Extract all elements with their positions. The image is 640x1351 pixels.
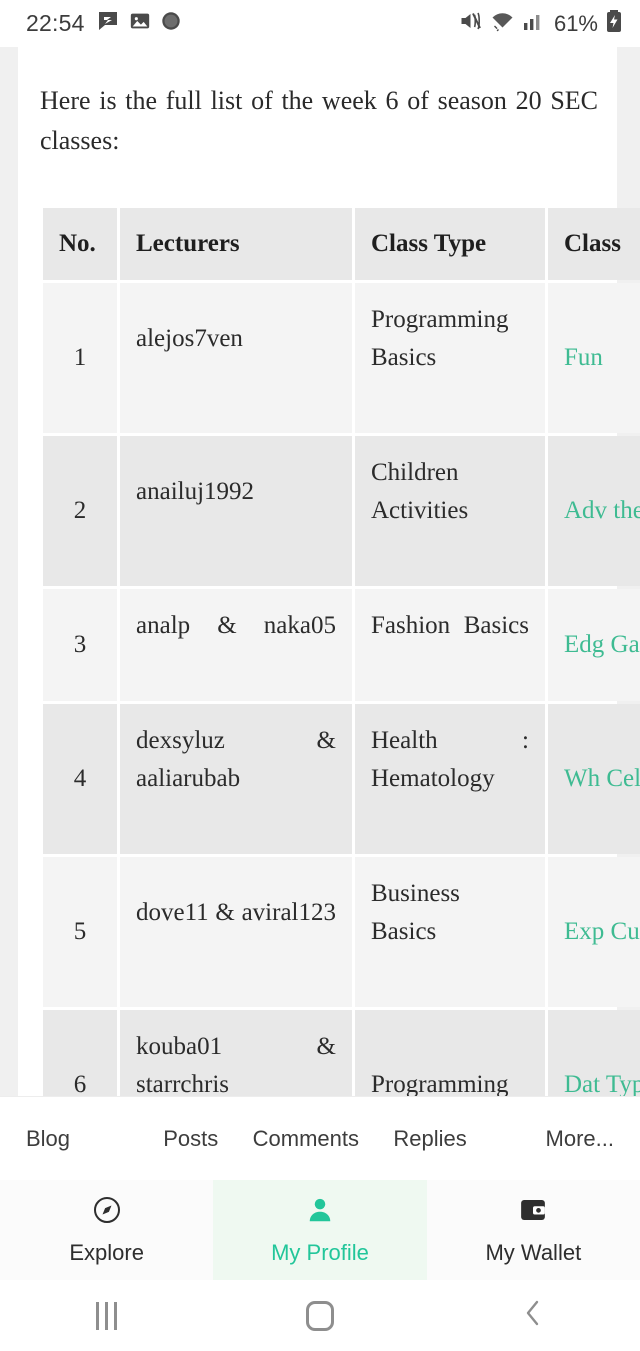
wifi-icon <box>490 10 515 37</box>
cell-class-type-text: Fashion Basics <box>371 612 529 639</box>
wallet-icon <box>518 1195 548 1231</box>
status-bar-notification-icons <box>96 9 182 38</box>
person-icon <box>305 1195 335 1231</box>
tab-posts[interactable]: Posts <box>146 1126 235 1152</box>
phone-screen: 22:54 61% Here is the full list of the w… <box>0 0 640 1351</box>
back-button[interactable] <box>427 1298 640 1333</box>
cell-class: Dat Typ Stri Pre Met <box>548 1010 640 1097</box>
circle-app-icon <box>160 10 182 37</box>
cell-no: 5 <box>43 857 117 1007</box>
gallery-icon <box>129 10 151 37</box>
cell-class-type: Health : Hematology <box>355 704 545 854</box>
tab-comments[interactable]: Comments <box>235 1126 376 1152</box>
cell-lecturers-text: kouba01 & starrchris <box>136 1033 336 1097</box>
cell-lecturers-text: analp & naka05 <box>136 612 336 639</box>
classes-table: No. Lecturers Class Type Class 1 alejos7… <box>40 205 640 1097</box>
cell-class: Adv the <box>548 436 640 586</box>
tab-replies[interactable]: Replies <box>376 1126 484 1152</box>
table-row: 6 kouba01 & starrchris Programming Dat T… <box>43 1010 640 1097</box>
cell-class: Exp Cus Sup <box>548 857 640 1007</box>
cell-no: 6 <box>43 1010 117 1097</box>
column-header-class: Class <box>548 208 640 280</box>
cell-class: Wh Cell <box>548 704 640 854</box>
tab-more[interactable]: More... <box>484 1126 614 1152</box>
cell-lecturers: kouba01 & starrchris <box>120 1010 352 1097</box>
table-row: 4 dexsyluz & aaliarubab Health : Hematol… <box>43 704 640 854</box>
table-row: 1 alejos7ven Programming Basics Fun <box>43 283 640 433</box>
webview-content[interactable]: Here is the full list of the week 6 of s… <box>0 47 640 1097</box>
nav-item-explore[interactable]: Explore <box>0 1180 213 1280</box>
battery-percent-label: 61% <box>553 10 598 36</box>
cell-no: 1 <box>43 283 117 433</box>
column-header-class-type: Class Type <box>355 208 545 280</box>
cell-lecturers: anailuj1992 <box>120 436 352 586</box>
status-bar: 22:54 61% <box>0 0 640 47</box>
table-row: 5 dove11 & aviral123 Business Basics Exp… <box>43 857 640 1007</box>
post-intro-text: Here is the full list of the week 6 of s… <box>40 86 605 155</box>
cell-lecturers: analp & naka05 <box>120 589 352 701</box>
cell-class-type-text: Business Basics <box>371 880 460 945</box>
android-system-navigation-bar <box>0 1280 640 1351</box>
cell-class-type-text: Health : Hematology <box>371 727 529 792</box>
nav-item-label: Explore <box>69 1239 144 1265</box>
status-bar-system-icons: 61% <box>458 9 622 38</box>
battery-charging-icon <box>606 9 622 38</box>
bottom-navigation-bar: Explore My Profile My Wallet <box>0 1180 640 1280</box>
post-card: Here is the full list of the week 6 of s… <box>18 47 640 1097</box>
cell-class-type: Business Basics <box>355 857 545 1007</box>
recent-apps-button[interactable] <box>0 1301 213 1330</box>
cell-class-type: Children Activities <box>355 436 545 586</box>
cell-class: Fun <box>548 283 640 433</box>
chat-bubble-icon <box>96 9 120 38</box>
cell-no: 4 <box>43 704 117 854</box>
cell-no: 3 <box>43 589 117 701</box>
cell-class: Edg Gar Ros <box>548 589 640 701</box>
cell-class-type: Programming <box>355 1010 545 1097</box>
cell-no: 2 <box>43 436 117 586</box>
nav-item-my-wallet[interactable]: My Wallet <box>427 1180 640 1280</box>
recent-apps-icon <box>96 1301 118 1330</box>
compass-icon <box>92 1195 122 1231</box>
cell-class-type-text: Programming Basics <box>371 306 509 371</box>
cell-lecturers: dexsyluz & aaliarubab <box>120 704 352 854</box>
nav-item-label: My Profile <box>271 1239 369 1265</box>
cell-lecturers-text: dexsyluz & aaliarubab <box>136 727 336 792</box>
table-header-row: No. Lecturers Class Type Class <box>43 208 640 280</box>
home-icon <box>305 1300 334 1331</box>
back-icon <box>520 1298 546 1333</box>
cell-lecturers-text: alejos7ven <box>136 325 243 352</box>
tab-blog[interactable]: Blog <box>26 1126 146 1152</box>
mute-icon <box>458 10 483 37</box>
column-header-lecturers: Lecturers <box>120 208 352 280</box>
table-row: 2 anailuj1992 Children Activities Adv th… <box>43 436 640 586</box>
column-header-no: No. <box>43 208 117 280</box>
status-bar-clock: 22:54 <box>26 10 85 36</box>
nav-item-my-profile[interactable]: My Profile <box>213 1180 427 1280</box>
nav-item-label: My Wallet <box>485 1239 582 1265</box>
classes-table-wrapper[interactable]: No. Lecturers Class Type Class 1 alejos7… <box>18 161 640 1097</box>
cell-lecturers: alejos7ven <box>120 283 352 433</box>
table-row: 3 analp & naka05 Fashion Basics Edg Gar … <box>43 589 640 701</box>
home-button[interactable] <box>213 1300 426 1331</box>
cell-class-type: Fashion Basics <box>355 589 545 701</box>
cell-lecturers: dove11 & aviral123 <box>120 857 352 1007</box>
cell-lecturers-text: anailuj1992 <box>136 478 255 505</box>
cell-lecturers-text: dove11 & aviral123 <box>136 899 336 926</box>
cell-class-type-text: Children Activities <box>371 459 469 524</box>
blog-tab-strip: Blog Posts Comments Replies More... <box>0 1097 640 1180</box>
cellular-signal-icon <box>522 10 544 37</box>
cell-class-type: Programming Basics <box>355 283 545 433</box>
